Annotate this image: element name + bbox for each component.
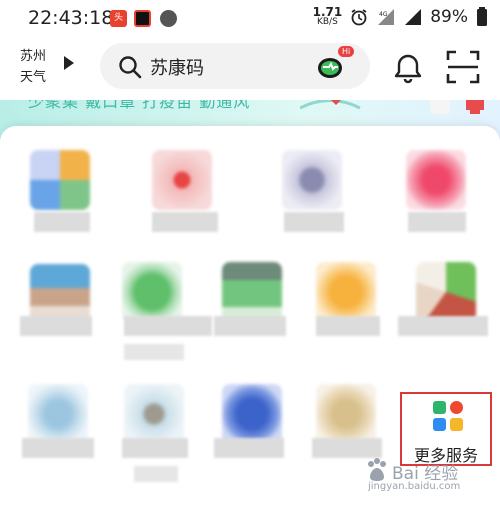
watermark-url: jingyan.baidu.com xyxy=(368,481,461,492)
signal-icon xyxy=(405,8,422,25)
search-bar[interactable]: 苏康码 Hi xyxy=(100,43,370,89)
weather-arrow-icon[interactable] xyxy=(64,56,74,70)
svg-text:4G: 4G xyxy=(379,11,388,18)
video-app-icon xyxy=(134,10,151,27)
more-services-icon xyxy=(433,401,463,431)
service-tile-10-label xyxy=(22,438,94,458)
weather-label: 天气 xyxy=(20,70,47,85)
banner-decoration-icon xyxy=(300,100,484,114)
service-tile-9-label xyxy=(398,316,488,336)
hi-badge: Hi xyxy=(338,46,355,57)
service-tile-11-icon[interactable] xyxy=(124,384,184,444)
banner-text: 少聚集 戴口罩 打疫苗 勤通风 xyxy=(28,100,251,111)
weather-city: 苏州 xyxy=(20,49,47,64)
signal-4g-icon: 4G xyxy=(378,8,395,25)
service-tile-12-icon[interactable] xyxy=(222,384,282,444)
service-tile-11-label xyxy=(122,438,188,458)
baidu-paw-icon xyxy=(368,458,386,481)
service-tile-9-icon[interactable] xyxy=(416,262,476,322)
service-tile-6-sublabel xyxy=(124,344,184,360)
service-tile-5-label xyxy=(20,316,92,336)
service-tile-12-label xyxy=(214,438,284,458)
battery-icon xyxy=(477,6,487,26)
status-bar: 22:43:18 头 1.71 KB/S 4G 89% xyxy=(0,0,500,38)
service-tile-1-label xyxy=(34,212,90,232)
top-header: 苏州 天气 苏康码 Hi xyxy=(0,38,500,100)
scan-icon[interactable] xyxy=(446,50,480,84)
service-tile-3-icon[interactable] xyxy=(282,150,342,210)
notification-bell-icon[interactable] xyxy=(392,52,424,84)
toutiao-app-icon: 头 xyxy=(110,10,127,27)
service-tile-13-icon[interactable] xyxy=(316,384,376,444)
service-tile-4-icon[interactable] xyxy=(406,150,466,210)
battery-percent: 89% xyxy=(430,6,468,27)
service-tile-8-label xyxy=(316,316,380,336)
service-tile-7-label xyxy=(214,316,286,336)
weather-widget[interactable]: 苏州 天气 xyxy=(20,46,46,88)
alarm-icon xyxy=(351,8,367,25)
search-icon xyxy=(119,56,142,79)
status-time: 22:43:18 xyxy=(28,7,114,29)
service-tile-2-label xyxy=(152,212,218,232)
service-tile-11-sublabel xyxy=(134,466,178,482)
service-tile-6-icon[interactable] xyxy=(122,262,182,322)
network-speed: 1.71 KB/S xyxy=(312,5,343,27)
service-tile-1-icon[interactable] xyxy=(30,150,90,210)
service-tile-8-icon[interactable] xyxy=(316,262,376,322)
clock-app-icon xyxy=(160,10,177,27)
service-tile-5-icon[interactable] xyxy=(30,264,90,324)
search-input[interactable]: 苏康码 xyxy=(150,54,204,80)
baidu-watermark: Bai 经验 jingyan.baidu.com xyxy=(364,455,474,495)
service-tile-6-label xyxy=(124,316,212,336)
service-tile-10-icon[interactable] xyxy=(28,384,88,444)
service-tile-2-icon[interactable] xyxy=(152,150,212,210)
service-tile-7-icon[interactable] xyxy=(222,262,282,322)
service-tile-3-label xyxy=(284,212,344,232)
service-tile-4-label xyxy=(408,212,466,232)
